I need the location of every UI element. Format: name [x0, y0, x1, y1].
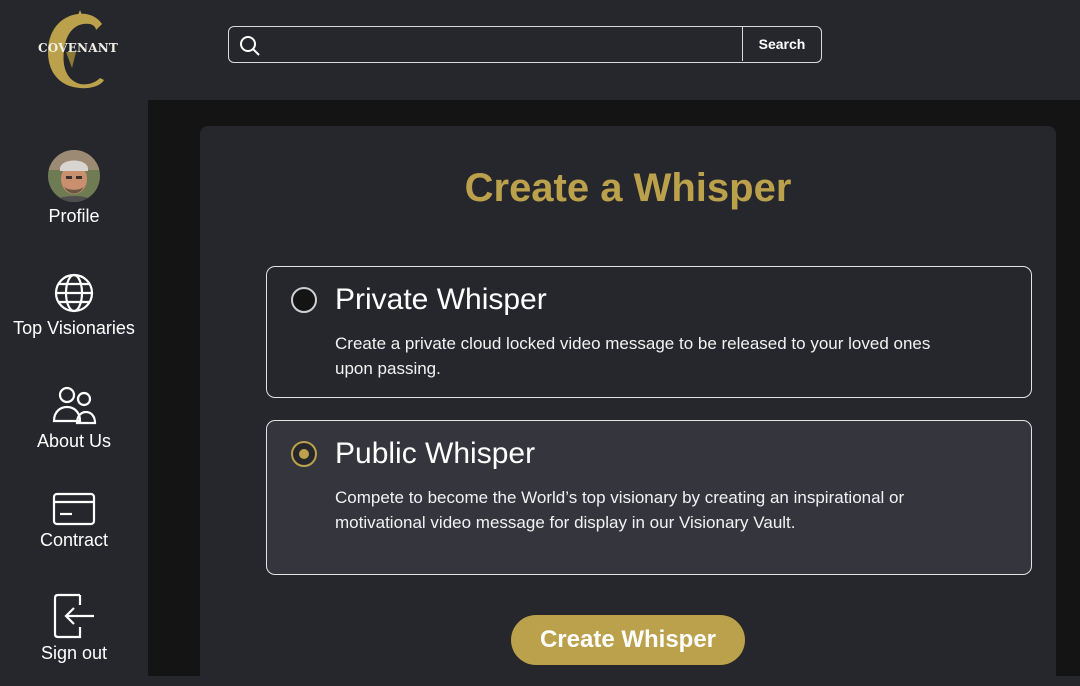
search-bar: Search: [228, 26, 822, 63]
covenant-logo[interactable]: COVENANT: [36, 8, 119, 92]
card-icon: [52, 492, 96, 526]
option-title: Private Whisper: [335, 283, 547, 316]
option-title: Public Whisper: [335, 437, 536, 470]
radio-private-whisper[interactable]: [291, 287, 317, 313]
create-whisper-button[interactable]: Create Whisper: [511, 615, 745, 665]
sidebar-item-sign-out[interactable]: Sign out: [0, 593, 148, 664]
sidebar-item-about-us[interactable]: About Us: [0, 385, 148, 452]
sidebar-item-contract[interactable]: Contract: [0, 492, 148, 551]
sidebar-item-label: Profile: [48, 206, 100, 226]
sidebar: COVENANT Profile Top Visionaries About U…: [0, 0, 148, 676]
option-description: Create a private cloud locked video mess…: [335, 334, 931, 378]
option-public-whisper[interactable]: Public Whisper Compete to become the Wor…: [266, 420, 1032, 575]
search-button[interactable]: Search: [742, 27, 821, 61]
sidebar-item-label: Top Visionaries: [13, 318, 135, 338]
sidebar-item-label: Contract: [39, 530, 109, 550]
option-description: Compete to become the World’s top vision…: [335, 488, 905, 532]
globe-icon: [54, 273, 94, 313]
search-input[interactable]: [269, 27, 743, 63]
avatar: [48, 150, 100, 202]
sign-out-icon: [53, 593, 94, 639]
search-icon: [240, 36, 260, 56]
sidebar-item-label: Sign out: [40, 643, 108, 663]
sidebar-item-profile[interactable]: Profile: [0, 150, 148, 227]
option-private-whisper[interactable]: Private Whisper Create a private cloud l…: [266, 266, 1032, 398]
logo-text: COVENANT: [38, 41, 119, 55]
page-title: Create a Whisper: [464, 166, 792, 210]
users-icon: [52, 386, 97, 425]
sidebar-item-label: About Us: [36, 431, 112, 451]
sidebar-item-top-visionaries[interactable]: Top Visionaries: [0, 272, 148, 339]
radio-public-whisper[interactable]: [291, 441, 317, 467]
